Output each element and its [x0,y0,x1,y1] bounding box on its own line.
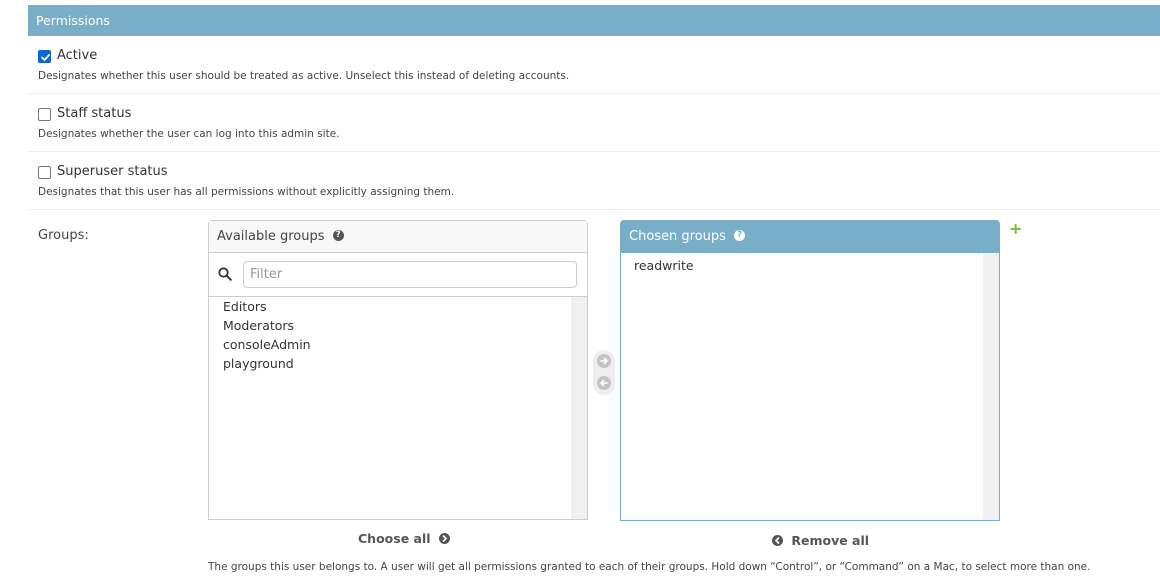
arrow-left-circle-icon[interactable] [597,376,611,390]
active-checkbox[interactable] [38,50,51,63]
chevron-left-circle-icon [772,535,783,546]
active-row: Active Designates whether this user shou… [28,36,1160,94]
chooser-controls [593,350,615,395]
list-item[interactable]: consoleAdmin [209,335,587,354]
chevron-right-circle-icon [438,533,450,544]
question-circle-icon: ? [332,230,344,241]
chosen-groups-title: Chosen groups ? [621,221,999,253]
groups-help: The groups this user belongs to. A user … [208,561,1091,573]
chosen-scrollbar[interactable] [983,253,999,520]
question-circle-icon: ? [734,230,746,241]
choose-all-link[interactable]: Choose all [358,531,450,546]
active-label[interactable]: Active [57,48,97,63]
superuser-checkbox[interactable] [38,166,51,179]
available-groups-title: Available groups ? [209,221,587,253]
list-item[interactable]: Moderators [209,316,587,335]
staff-row: Staff status Designates whether the user… [28,94,1160,152]
filter-input[interactable] [243,261,577,288]
available-groups-list[interactable]: Editors Moderators consoleAdmin playground [209,297,587,373]
list-item[interactable]: playground [209,354,587,373]
list-item[interactable]: readwrite [621,256,999,275]
chosen-groups-box: Chosen groups ? readwrite [620,220,1000,521]
remove-all-link[interactable]: Remove all [772,533,869,548]
plus-icon[interactable]: + [1009,221,1022,237]
staff-checkbox[interactable] [38,108,51,121]
filter-area [209,253,587,297]
available-scrollbar[interactable] [571,297,587,519]
superuser-help: Designates that this user has all permis… [38,186,455,198]
checkmark-icon [41,54,50,61]
chosen-groups-list[interactable]: readwrite [621,253,999,275]
remove-all-label: Remove all [791,533,870,548]
available-groups-title-text: Available groups [217,229,325,244]
staff-label[interactable]: Staff status [57,106,131,121]
groups-label: Groups: [38,228,89,243]
available-groups-box: Available groups ? EditorsModeratorscons… [208,220,588,520]
staff-help: Designates whether the user can log into… [38,128,340,140]
superuser-row: Superuser status Designates that this us… [28,152,1160,210]
choose-all-label: Choose all [358,531,431,546]
superuser-label[interactable]: Superuser status [57,164,168,179]
active-help: Designates whether this user should be t… [38,70,570,82]
search-icon [218,267,232,281]
fieldset-title: Permissions [36,13,110,28]
fieldset-header: Permissions [28,5,1160,36]
list-item[interactable]: Editors [209,297,587,316]
chosen-groups-title-text: Chosen groups [629,229,726,244]
arrow-right-circle-icon[interactable] [597,354,611,368]
